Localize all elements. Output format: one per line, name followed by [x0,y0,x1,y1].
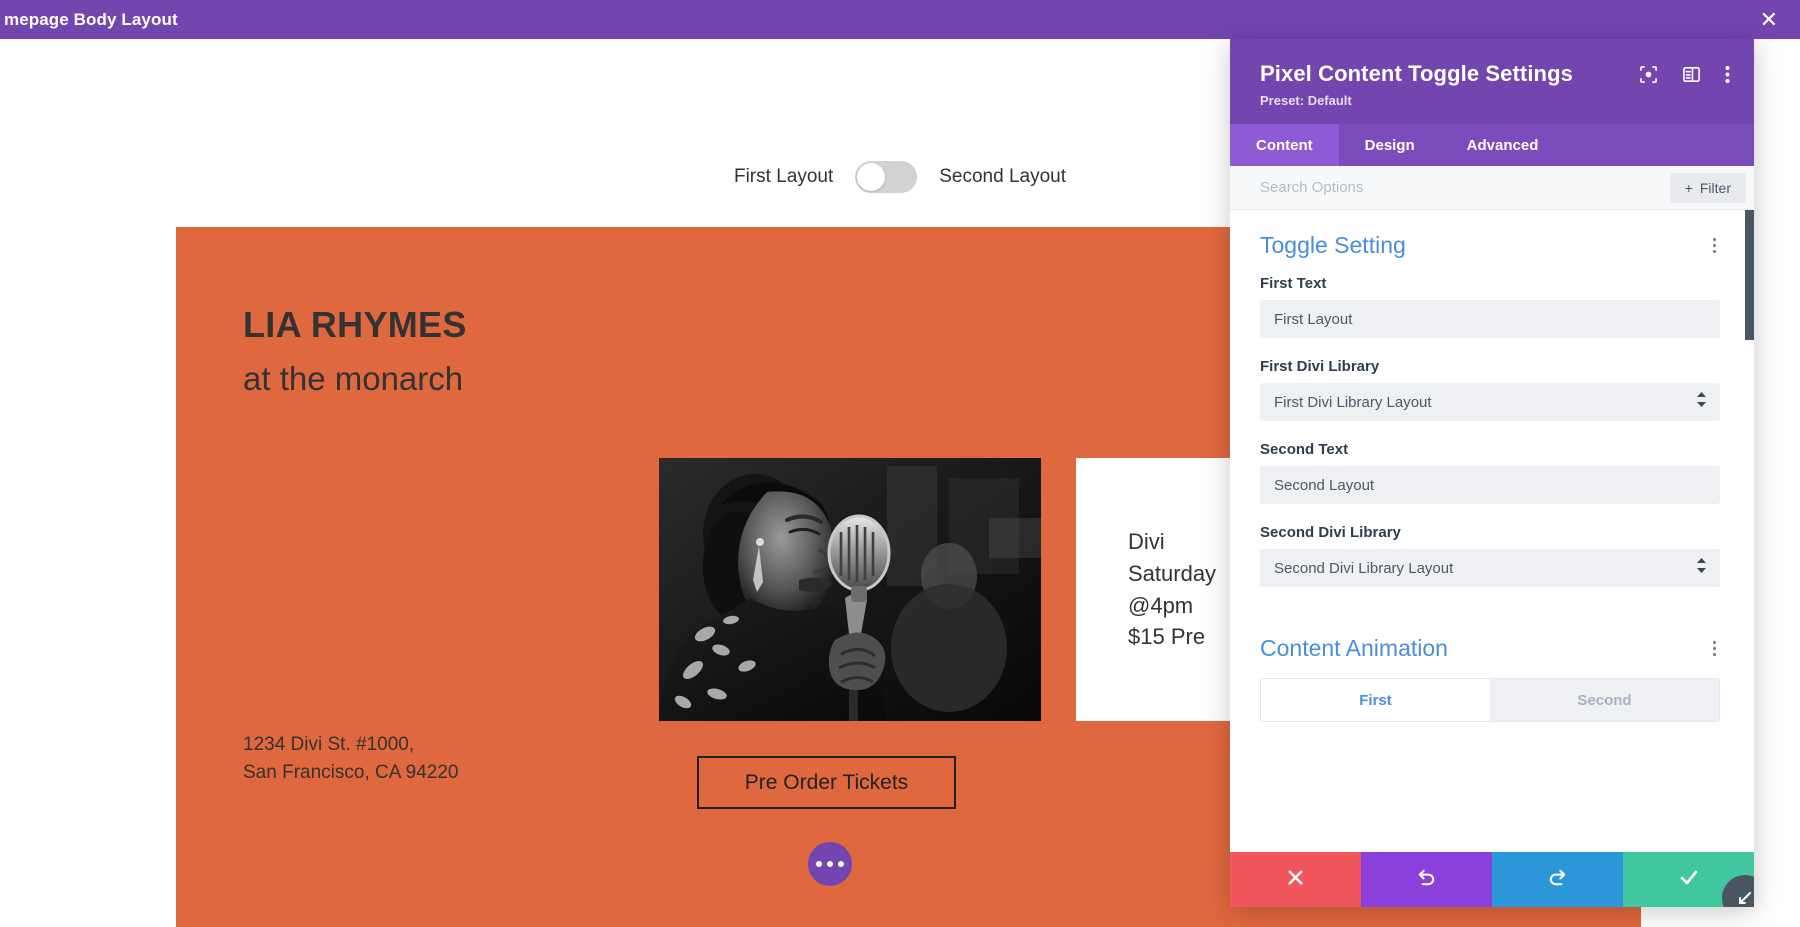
pre-order-tickets-button[interactable]: Pre Order Tickets [697,756,956,809]
ellipsis-icon[interactable] [808,842,852,886]
section-content-animation-header: Content Animation [1260,635,1720,662]
toggle-second-label: Second Layout [939,166,1067,187]
field-label: Second Text [1260,441,1349,458]
preset-selector[interactable]: Preset: Default [1260,93,1573,108]
event-info-text: Divi Saturday @4pm $15 Pre [1128,529,1217,650]
layout-toggle-switch[interactable] [855,161,918,193]
dot [827,861,833,867]
page-title: mepage Body Layout [4,9,178,29]
tab-design[interactable]: Design [1339,124,1441,166]
filter-button-label: Filter [1699,179,1731,196]
tab-content[interactable]: Content [1230,124,1339,166]
module-settings-modal: Pixel Content Toggle Settings Preset: De… [1230,39,1754,907]
search-bar: + Filter [1230,166,1754,210]
modal-title: Pixel Content Toggle Settings [1260,61,1573,86]
filter-button[interactable]: + Filter [1669,172,1746,203]
field-second-text: Second Text [1260,441,1720,504]
redo-button[interactable] [1492,852,1623,907]
plus-icon: + [1684,179,1693,196]
hero-subtitle: at the monarch [243,360,464,397]
focus-target-icon[interactable] [1639,65,1658,89]
undo-icon [1416,867,1437,893]
undo-button[interactable] [1361,852,1492,907]
builder-topbar: mepage Body Layout ✕ [0,0,1800,39]
modal-footer [1230,852,1754,907]
modal-body: Toggle Setting First Text First Divi Lib… [1230,210,1754,852]
modal-scrollbar[interactable] [1745,210,1754,852]
search-input[interactable] [1260,172,1670,203]
singer-at-microphone-photo [659,458,1041,721]
modal-header-icons [1639,65,1730,89]
section-toggle-setting-header: Toggle Setting [1260,232,1720,259]
field-label: Second Divi Library [1260,524,1401,541]
first-text-input[interactable] [1260,300,1720,338]
more-vertical-icon[interactable] [1709,234,1720,257]
dot [838,861,844,867]
section-title: Toggle Setting [1260,232,1406,258]
field-label: First Text [1260,275,1327,292]
close-icon[interactable]: ✕ [1760,8,1778,31]
close-icon [1286,868,1305,892]
content-animation-segmented-control: First Second [1260,678,1720,722]
modal-scrollbar-thumb[interactable] [1745,210,1754,340]
toggle-first-label: First Layout [733,166,834,187]
second-divi-library-select[interactable] [1260,549,1720,587]
hero-address: 1234 Divi St. #1000, San Francisco, CA 9… [243,734,459,783]
panel-layout-icon[interactable] [1682,65,1701,89]
field-second-divi-library: Second Divi Library [1260,524,1720,587]
dot [1713,647,1716,650]
field-first-text: First Text [1260,275,1720,338]
second-text-input[interactable] [1260,466,1720,504]
field-label: First Divi Library [1260,358,1380,375]
check-icon [1678,866,1700,893]
hero-title: LIA RHYMES [243,304,467,345]
field-first-divi-library: First Divi Library [1260,358,1720,421]
dot [1713,641,1716,644]
modal-header: Pixel Content Toggle Settings Preset: De… [1230,39,1754,124]
segment-first[interactable]: First [1261,679,1490,721]
dot [816,861,822,867]
dot [1713,653,1716,656]
segment-second[interactable]: Second [1490,679,1719,721]
redo-icon [1547,867,1568,893]
tab-advanced[interactable]: Advanced [1441,124,1565,166]
section-title: Content Animation [1260,635,1448,661]
dot [1713,250,1716,253]
more-vertical-icon[interactable] [1709,637,1720,660]
cancel-button[interactable] [1230,852,1361,907]
first-divi-library-select[interactable] [1260,383,1720,421]
more-vertical-icon[interactable] [1725,65,1730,89]
modal-tabs: Content Design Advanced [1230,124,1754,166]
dot [1713,244,1716,247]
toggle-knob [857,163,886,191]
section-divider [1260,607,1720,635]
dot [1713,238,1716,241]
